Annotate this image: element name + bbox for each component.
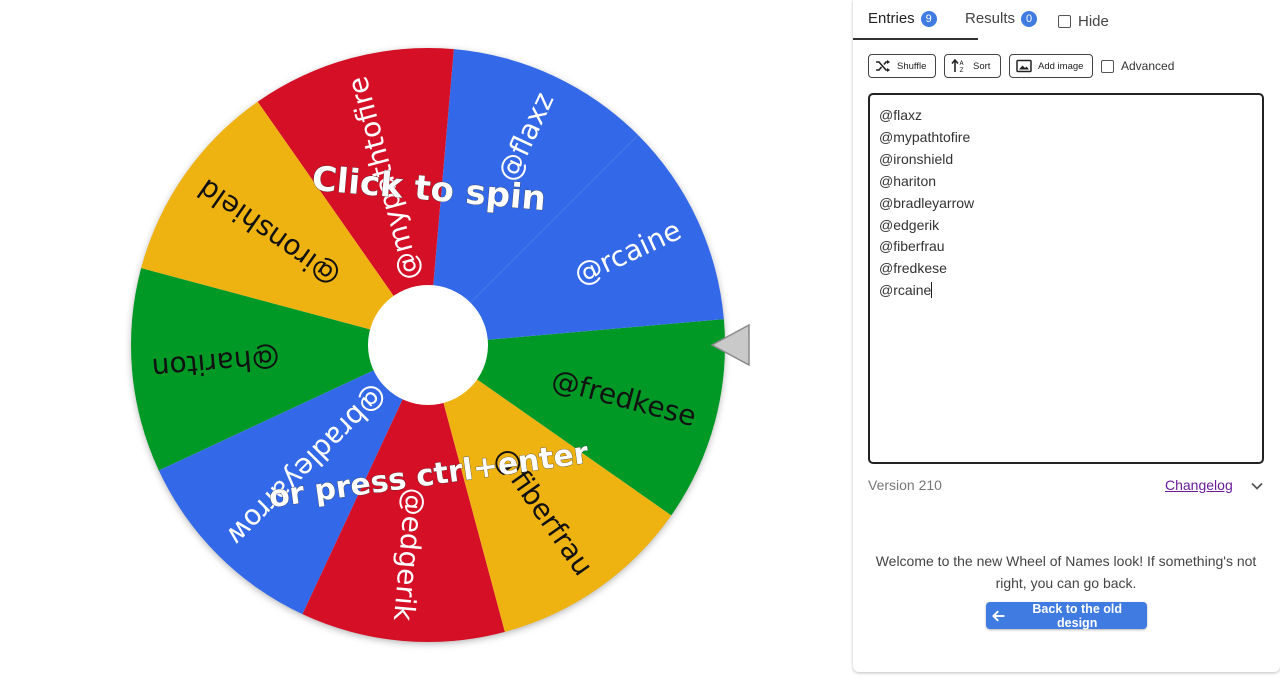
tab-results-label: Results — [965, 10, 1016, 27]
text-caret — [931, 282, 933, 299]
sort-button[interactable]: A Z Sort — [944, 54, 1001, 78]
sort-label: Sort — [973, 60, 991, 72]
wheel-area[interactable]: @flaxz @mypathtofire @ironshield @hariton @b… — [0, 0, 850, 685]
entry-line: @flaxz — [879, 107, 922, 123]
entry-line: @rcaine — [879, 282, 933, 299]
svg-text:A: A — [960, 60, 965, 67]
shuffle-label: Shuffle — [897, 60, 927, 72]
advanced-toggle[interactable]: Advanced — [1101, 59, 1174, 73]
welcome-message: Welcome to the new Wheel of Names look! … — [875, 553, 1257, 591]
results-count-badge: 0 — [1021, 11, 1038, 27]
tab-entries-label: Entries — [868, 10, 915, 27]
hide-checkbox[interactable] — [1058, 15, 1071, 28]
chevron-down-icon[interactable] — [1249, 478, 1265, 494]
wheel-center-hub — [368, 285, 488, 405]
tab-results[interactable]: Results 0 — [965, 10, 1038, 40]
back-to-old-design-button[interactable]: Back to the old design — [986, 601, 1147, 630]
version-text: Version 210 — [868, 477, 942, 493]
entry-line: @fredkese — [879, 260, 947, 277]
entries-textarea[interactable]: @flaxz @mypathtofire @ironshield @hariton @b… — [868, 93, 1264, 464]
back-button-label: Back to the old design — [1032, 601, 1122, 630]
add-image-label: Add image — [1038, 60, 1084, 72]
entry-line: @fiberfrau — [879, 238, 945, 255]
shuffle-icon — [876, 60, 890, 72]
changelog-link[interactable]: Changelog — [1165, 477, 1233, 493]
add-image-button[interactable]: Add image — [1009, 54, 1093, 78]
advanced-label: Advanced — [1121, 59, 1175, 73]
active-tab-indicator — [853, 38, 978, 40]
shuffle-button[interactable]: Shuffle — [868, 54, 936, 78]
entry-line: @ironshield — [879, 150, 954, 167]
entry-line: @mypathtofire — [879, 128, 971, 145]
wheel[interactable]: @flaxz@mypathtofire@ironshield@hariton@b… — [0, 0, 850, 685]
arrow-left-icon — [992, 610, 1005, 621]
image-icon — [1016, 59, 1032, 73]
entries-count-badge: 9 — [920, 11, 937, 27]
hide-label: Hide — [1078, 13, 1109, 30]
entry-line: @edgerik — [879, 216, 940, 233]
entries-panel: Entries 9 Results 0 Hide Shuffle A Z Sor… — [853, 0, 1280, 672]
svg-text:Z: Z — [960, 67, 964, 73]
entry-line: @hariton — [879, 172, 937, 189]
panel-tabs: Entries 9 Results 0 Hide — [853, 0, 1280, 40]
tab-entries[interactable]: Entries 9 — [868, 10, 937, 40]
entry-line: @bradleyarrow — [879, 194, 975, 211]
hide-toggle[interactable]: Hide — [1058, 13, 1109, 30]
advanced-checkbox[interactable] — [1101, 59, 1114, 73]
sort-icon: A Z — [951, 59, 965, 73]
